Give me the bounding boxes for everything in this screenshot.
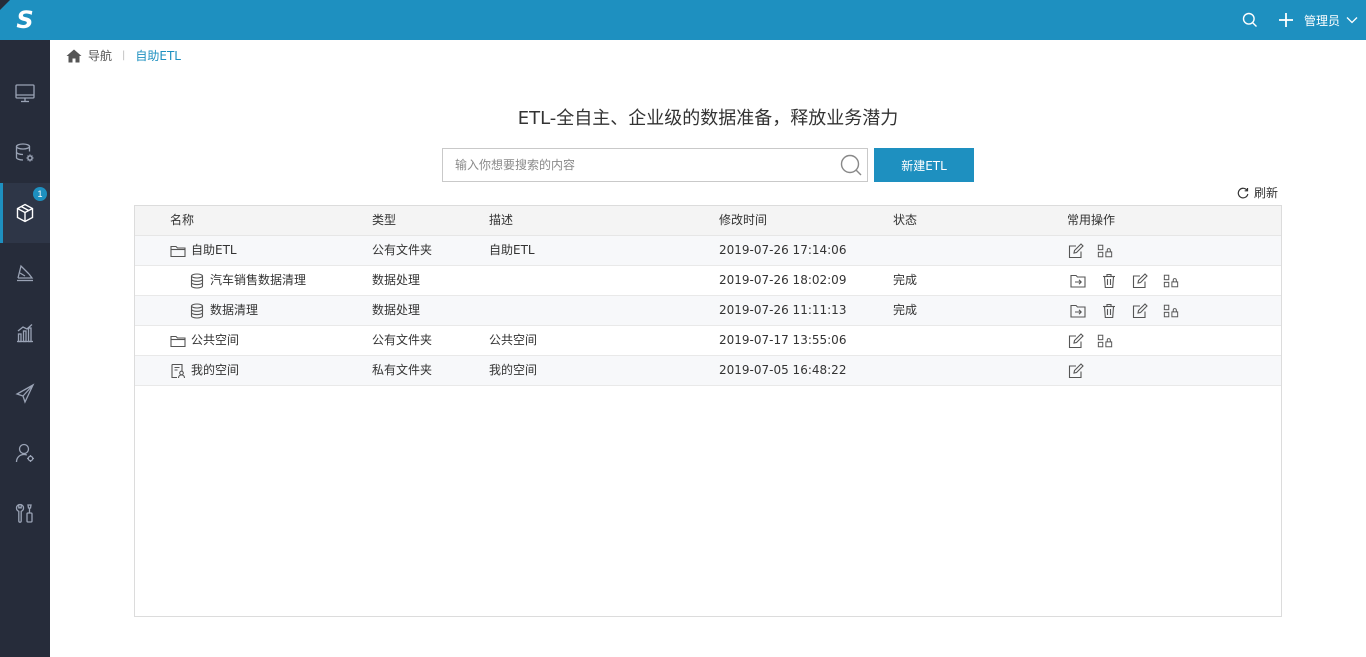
search-input[interactable] bbox=[443, 149, 833, 181]
app-logo[interactable]: S bbox=[0, 0, 50, 40]
sidebar-item-tools[interactable] bbox=[0, 483, 50, 543]
row-status: 完成 bbox=[893, 303, 918, 317]
folder-icon bbox=[170, 243, 186, 259]
breadcrumb-current: 自助ETL bbox=[135, 49, 181, 63]
table-row[interactable]: 自助ETL 公有文件夹 自助ETL 2019-07-26 17:14:06 bbox=[135, 236, 1281, 266]
permission-icon[interactable] bbox=[1097, 243, 1113, 259]
sidebar-item-monitor[interactable] bbox=[0, 63, 50, 123]
layers-icon bbox=[17, 264, 34, 282]
sidebar-item-data-settings[interactable] bbox=[0, 123, 50, 183]
top-bar: 管理员 bbox=[50, 0, 1366, 40]
edit-icon[interactable] bbox=[1068, 332, 1084, 349]
column-header-name: 名称 bbox=[170, 213, 195, 227]
row-time: 2019-07-26 17:14:06 bbox=[719, 243, 847, 257]
row-desc: 公共空间 bbox=[489, 333, 538, 347]
row-type: 公有文件夹 bbox=[372, 243, 433, 257]
row-time: 2019-07-05 16:48:22 bbox=[719, 363, 847, 377]
refresh-label: 刷新 bbox=[1254, 186, 1279, 200]
row-type: 私有文件夹 bbox=[372, 363, 433, 377]
row-name[interactable]: 自助ETL bbox=[191, 236, 237, 265]
column-header-time: 修改时间 bbox=[719, 213, 768, 227]
search-icon bbox=[1242, 12, 1257, 27]
bar-chart-icon bbox=[17, 324, 33, 343]
row-desc: 我的空间 bbox=[489, 363, 538, 377]
row-time: 2019-07-26 18:02:09 bbox=[719, 273, 847, 287]
notification-badge: 1 bbox=[33, 187, 47, 201]
breadcrumb-nav-link[interactable]: 导航 bbox=[88, 47, 112, 64]
row-time: 2019-07-26 11:11:13 bbox=[719, 303, 847, 317]
refresh-button[interactable]: 刷新 bbox=[1237, 184, 1278, 201]
sidebar-item-publish[interactable] bbox=[0, 363, 50, 423]
plus-icon bbox=[1278, 13, 1293, 27]
breadcrumb-separator: | bbox=[122, 50, 126, 61]
database-settings-icon bbox=[15, 143, 34, 162]
chevron-down-icon bbox=[1346, 17, 1358, 24]
move-icon[interactable] bbox=[1070, 303, 1086, 319]
folder-icon bbox=[170, 333, 186, 349]
sidebar: S 1 bbox=[0, 0, 50, 657]
edit-icon[interactable] bbox=[1132, 272, 1148, 289]
row-type: 数据处理 bbox=[372, 273, 421, 287]
add-button[interactable] bbox=[1268, 0, 1304, 40]
user-menu[interactable]: 管理员 bbox=[1304, 12, 1366, 29]
edit-icon[interactable] bbox=[1068, 242, 1084, 259]
row-type: 数据处理 bbox=[372, 303, 421, 317]
table-header: 名称 类型 描述 修改时间 状态 常用操作 bbox=[135, 206, 1281, 236]
search-icon[interactable] bbox=[840, 154, 862, 176]
tools-icon bbox=[15, 503, 33, 523]
private-folder-icon bbox=[170, 363, 186, 379]
cube-icon bbox=[16, 203, 34, 223]
edit-icon[interactable] bbox=[1132, 302, 1148, 319]
delete-icon[interactable] bbox=[1101, 303, 1117, 319]
table-row[interactable]: 公共空间 公有文件夹 公共空间 2019-07-17 13:55:06 bbox=[135, 326, 1281, 356]
page-headline: ETL-全自主、企业级的数据准备，释放业务潜力 bbox=[517, 108, 899, 129]
search-box bbox=[442, 148, 868, 182]
top-toolbar: 管理员 bbox=[1232, 0, 1366, 40]
row-name[interactable]: 数据清理 bbox=[210, 296, 258, 325]
refresh-icon bbox=[1237, 187, 1249, 198]
row-name[interactable]: 公共空间 bbox=[191, 326, 239, 355]
etl-table: 名称 类型 描述 修改时间 状态 常用操作 自助ETL 公有文件夹 自助ETL … bbox=[134, 205, 1282, 617]
home-icon[interactable] bbox=[66, 49, 82, 63]
sidebar-item-layers[interactable] bbox=[0, 243, 50, 303]
move-icon[interactable] bbox=[1070, 273, 1086, 289]
monitor-icon bbox=[15, 84, 35, 103]
breadcrumb: 导航 | 自助ETL bbox=[66, 47, 181, 64]
permission-icon[interactable] bbox=[1097, 333, 1113, 349]
table-row[interactable]: 数据清理 数据处理 2019-07-26 11:11:13 完成 bbox=[135, 296, 1281, 326]
table-row[interactable]: 汽车销售数据清理 数据处理 2019-07-26 18:02:09 完成 bbox=[135, 266, 1281, 296]
logo-letter: S bbox=[16, 6, 34, 34]
row-name[interactable]: 我的空间 bbox=[191, 356, 239, 385]
user-settings-icon bbox=[15, 443, 34, 463]
new-etl-button[interactable]: 新建ETL bbox=[874, 148, 974, 182]
database-icon bbox=[189, 272, 205, 289]
sidebar-item-etl[interactable]: 1 bbox=[0, 183, 50, 243]
permission-icon[interactable] bbox=[1163, 303, 1179, 319]
user-label: 管理员 bbox=[1303, 13, 1340, 28]
row-type: 公有文件夹 bbox=[372, 333, 433, 347]
row-status: 完成 bbox=[893, 273, 918, 287]
row-time: 2019-07-17 13:55:06 bbox=[719, 333, 847, 347]
database-icon bbox=[189, 302, 205, 319]
table-row[interactable]: 我的空间 私有文件夹 我的空间 2019-07-05 16:48:22 bbox=[135, 356, 1281, 386]
search-button[interactable] bbox=[1232, 0, 1268, 40]
row-desc: 自助ETL bbox=[489, 243, 535, 257]
delete-icon[interactable] bbox=[1101, 273, 1117, 289]
column-header-status: 状态 bbox=[893, 213, 918, 227]
send-icon bbox=[15, 383, 35, 404]
row-name[interactable]: 汽车销售数据清理 bbox=[210, 266, 306, 295]
sidebar-item-user-settings[interactable] bbox=[0, 423, 50, 483]
sidebar-item-analysis[interactable] bbox=[0, 303, 50, 363]
edit-icon[interactable] bbox=[1068, 362, 1084, 379]
permission-icon[interactable] bbox=[1163, 273, 1179, 289]
column-header-type: 类型 bbox=[372, 213, 397, 227]
column-header-desc: 描述 bbox=[489, 213, 514, 227]
column-header-ops: 常用操作 bbox=[1067, 213, 1116, 227]
